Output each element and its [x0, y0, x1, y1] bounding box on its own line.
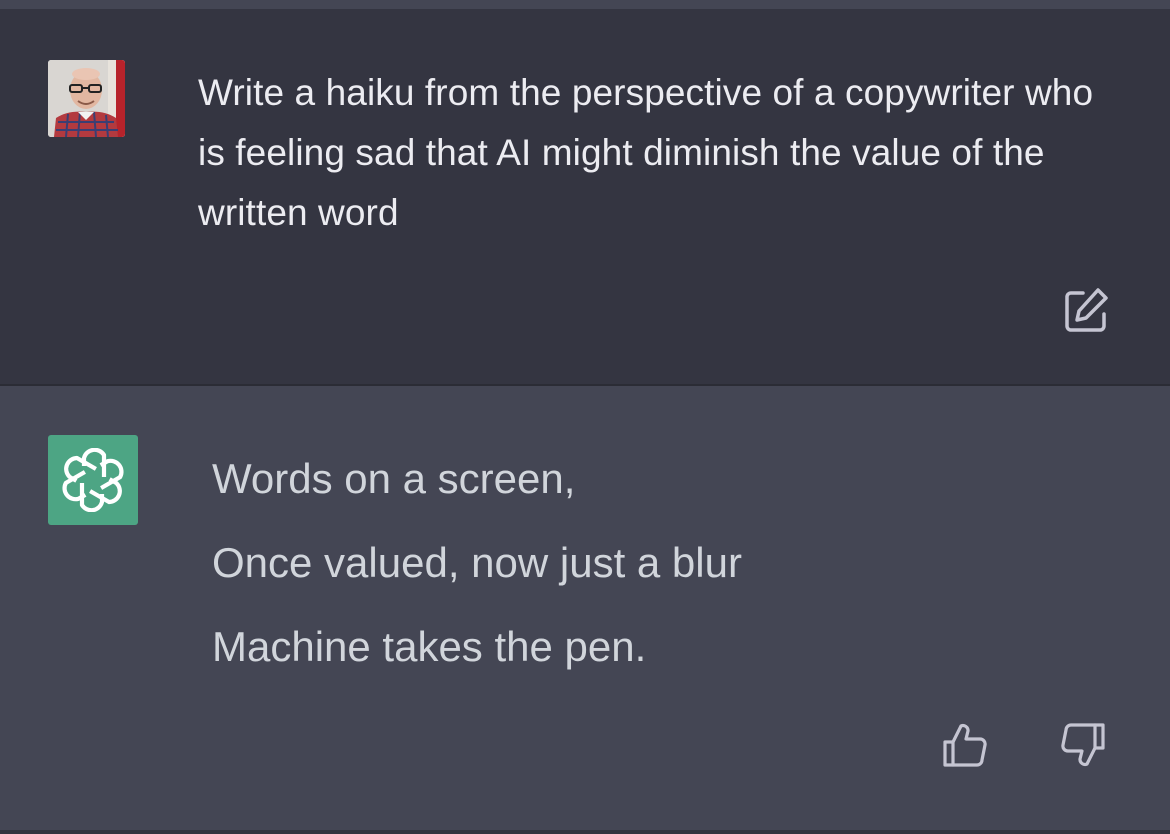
bottom-edge: [0, 830, 1170, 834]
thumbs-down-button[interactable]: [1058, 720, 1108, 770]
edit-button[interactable]: [1060, 284, 1112, 336]
thumbs-up-button[interactable]: [940, 720, 990, 770]
previous-message-edge: [0, 0, 1170, 9]
user-prompt-text: Write a haiku from the perspective of a …: [198, 72, 1094, 233]
openai-logo-icon: [62, 448, 124, 512]
haiku-line: Machine takes the pen.: [212, 623, 647, 670]
user-message: Write a haiku from the perspective of a …: [0, 9, 1170, 384]
assistant-avatar: [48, 435, 138, 525]
haiku-line: Once valued, now just a blur: [212, 539, 742, 586]
assistant-message: Words on a screen, Once valued, now just…: [0, 386, 1170, 830]
edit-pencil-icon: [1065, 288, 1108, 332]
user-photo-image: [48, 60, 125, 137]
user-avatar: [48, 60, 125, 137]
assistant-response-text: Words on a screen, Once valued, now just…: [212, 446, 1112, 698]
chat-window: Write a haiku from the perspective of a …: [0, 0, 1170, 834]
thumbs-down-icon: [1061, 723, 1105, 767]
thumbs-up-icon: [943, 723, 987, 767]
haiku-line: Words on a screen,: [212, 455, 576, 502]
